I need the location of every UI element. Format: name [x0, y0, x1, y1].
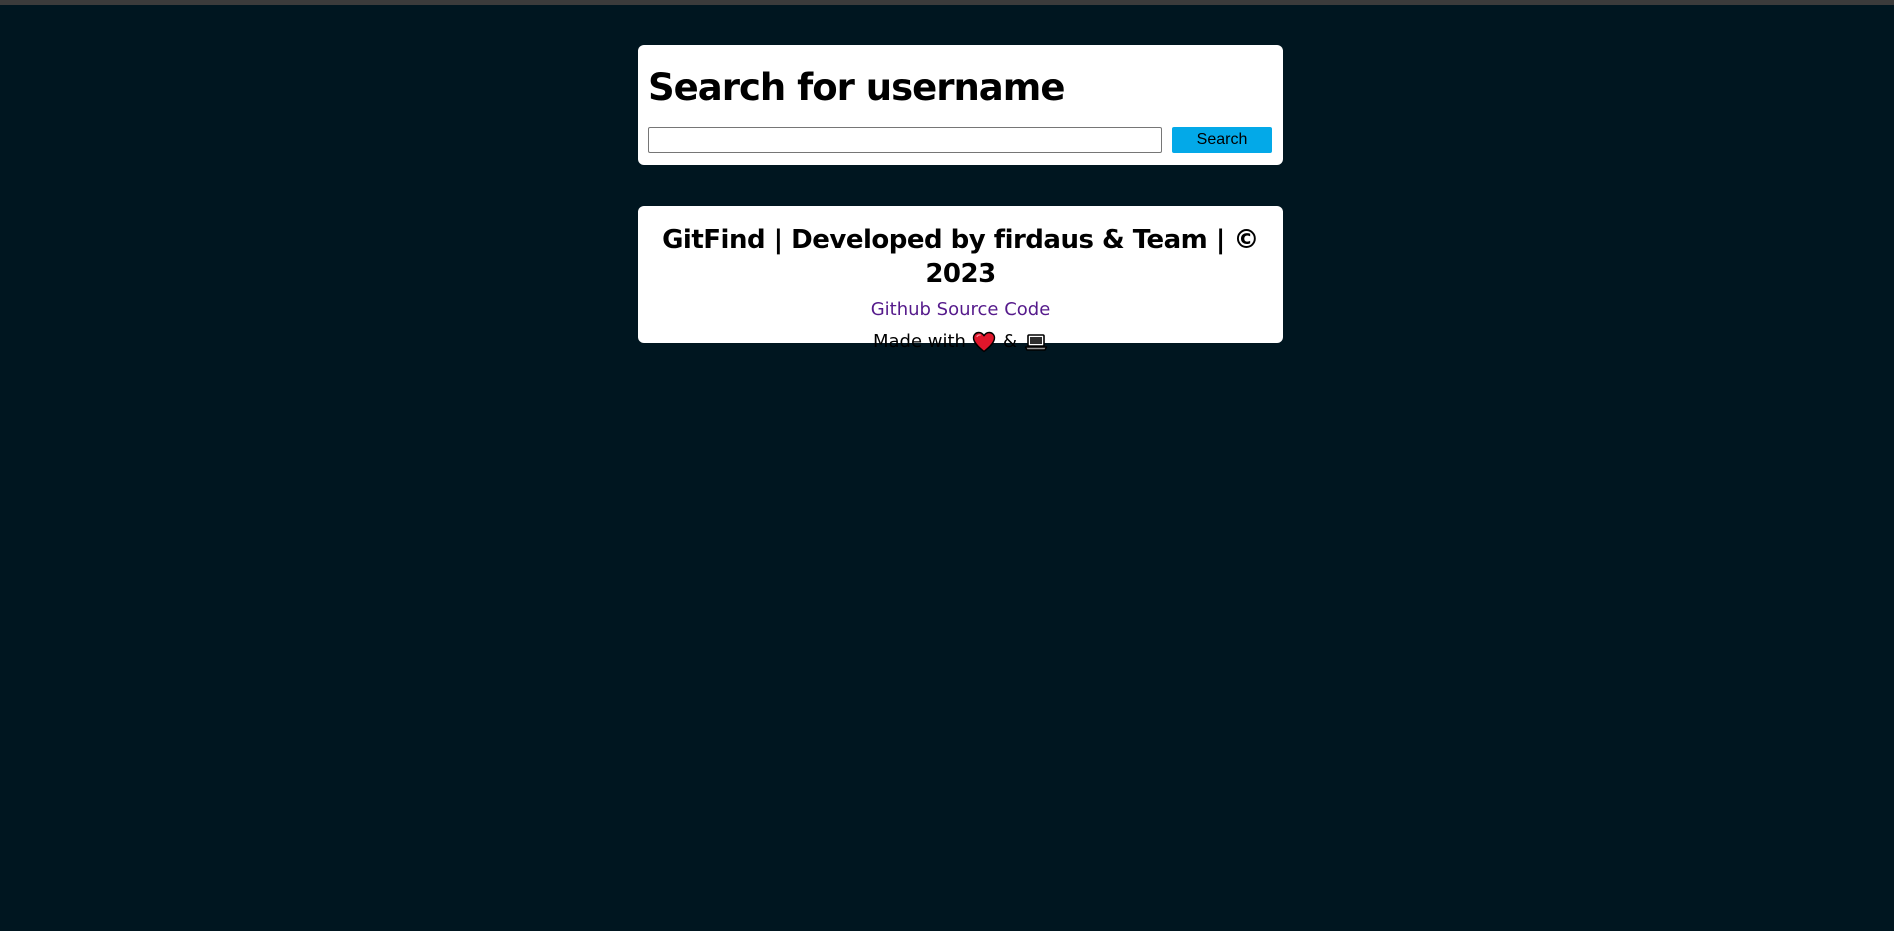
- search-row: Search: [648, 127, 1273, 153]
- username-search-input[interactable]: [648, 127, 1162, 153]
- github-source-link[interactable]: Github Source Code: [871, 298, 1051, 322]
- browser-top-strip: [0, 0, 1894, 5]
- made-with-label: Made with: [872, 331, 966, 352]
- made-with-line: Made with &: [638, 329, 1283, 355]
- laptop-icon: [1024, 332, 1048, 352]
- footer-card: GitFind | Developed by firdaus & Team | …: [638, 206, 1283, 353]
- heart-icon: [972, 331, 996, 353]
- search-button[interactable]: Search: [1172, 127, 1272, 153]
- search-card: Search for username Search: [638, 45, 1283, 165]
- made-with-joiner: &: [1002, 331, 1018, 352]
- footer-title: GitFind | Developed by firdaus & Team | …: [662, 225, 1259, 289]
- search-title: Search for username: [648, 66, 1065, 109]
